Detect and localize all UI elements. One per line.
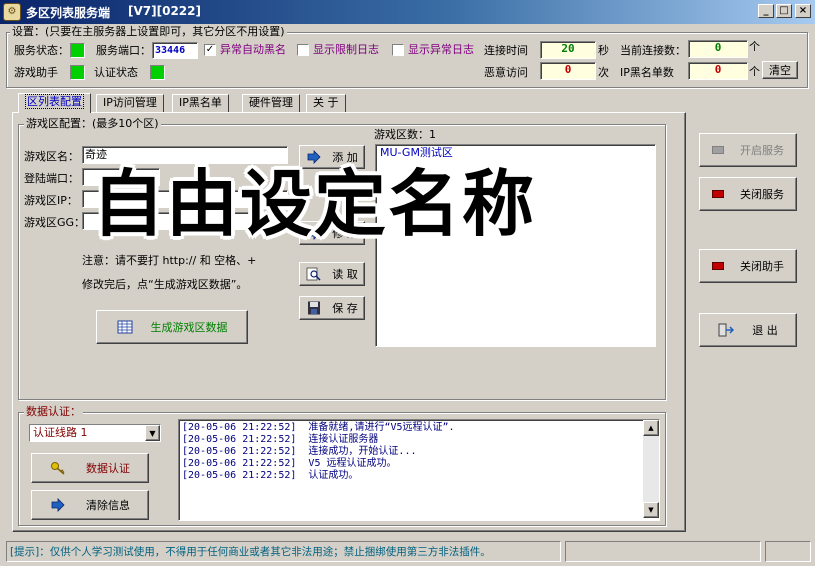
- arrow-right-icon: [51, 498, 65, 512]
- tab-hardware[interactable]: 硬件管理: [242, 94, 300, 112]
- tab-ip-access[interactable]: IP访问管理: [96, 94, 164, 112]
- start-service-icon: [712, 146, 724, 154]
- minimize-button[interactable]: _: [758, 4, 774, 18]
- window-version: [V7][0222]: [128, 4, 201, 18]
- game-helper-led: [70, 65, 85, 80]
- chevron-down-icon[interactable]: ▼: [145, 425, 160, 441]
- auth-route-value: 认证线路 1: [33, 426, 88, 439]
- status-tip-text: [提示]：仅供个人学习测试使用，不得用于任何商业或者其它非法用途；禁止捆绑使用第…: [10, 546, 491, 558]
- table-icon: [117, 320, 132, 334]
- exit-button[interactable]: 退 出: [699, 313, 797, 347]
- status-bar-panel-2: [565, 541, 761, 562]
- show-abnormal-log-label: 显示异常日志: [408, 43, 474, 56]
- current-connections-label: 当前连接数：: [620, 44, 686, 57]
- show-abnormal-log-checkbox[interactable]: [392, 44, 404, 56]
- key-icon: [51, 462, 65, 475]
- log-scrollbar[interactable]: ▲ ▼: [643, 420, 659, 518]
- tab-ip-blacklist[interactable]: IP黑名单: [172, 94, 229, 112]
- current-connections-unit: 个: [749, 40, 760, 53]
- show-limit-log-checkbox[interactable]: [297, 44, 309, 56]
- title-bar: [0, 0, 815, 24]
- zone-config-title: 游戏区配置：(最多10个区): [24, 117, 161, 131]
- log-line: [20-05-06 21:22:52] 认证成功。: [182, 470, 359, 481]
- show-limit-log-label: 显示限制日志: [313, 43, 379, 56]
- service-status-led: [70, 43, 85, 58]
- ip-blacklist-count-field: 0: [688, 62, 748, 80]
- zone-gg-label: 游戏区GG：: [24, 216, 86, 229]
- service-port-field[interactable]: 33446: [152, 42, 198, 59]
- overlay-caption: 自由设定名称: [92, 162, 537, 246]
- settings-group-title: 设置：(只要在主服务器上设置即可，其它分区不用设置): [10, 25, 287, 39]
- data-auth-button[interactable]: 数据认证: [31, 453, 149, 483]
- auto-blacklist-label: 异常自动黑名: [220, 43, 286, 56]
- magnifier-icon: [306, 267, 321, 281]
- auth-log[interactable]: [20-05-06 21:22:52] 准备就绪,请进行“V5远程认证”. [2…: [178, 419, 660, 521]
- stop-helper-button[interactable]: 关闭助手: [699, 249, 797, 283]
- auth-status-label: 认证状态: [94, 66, 138, 79]
- ip-blacklist-count-label: IP黑名单数: [620, 66, 674, 79]
- scroll-down-icon[interactable]: ▼: [643, 502, 659, 518]
- connect-time-label: 连接时间: [484, 44, 528, 57]
- close-button[interactable]: ×: [795, 4, 811, 18]
- connect-time-unit: 秒: [598, 44, 609, 57]
- data-auth-title: 数据认证：: [24, 405, 83, 419]
- log-line: [20-05-06 21:22:52] V5 远程认证成功。: [182, 458, 397, 469]
- generate-zone-data-button[interactable]: 生成游戏区数据: [96, 310, 248, 344]
- login-port-label: 登陆端口：: [24, 172, 79, 185]
- malicious-access-unit: 次: [598, 66, 609, 79]
- log-line: [20-05-06 21:22:52] 连接成功，开始认证...: [182, 446, 417, 457]
- stop-service-button[interactable]: 关闭服务: [699, 177, 797, 211]
- window-title: 多区列表服务端: [26, 6, 111, 20]
- floppy-disk-icon: [308, 301, 321, 315]
- clear-blacklist-button[interactable]: 清空: [762, 61, 798, 79]
- zone-name-label: 游戏区名：: [24, 150, 79, 163]
- maximize-button[interactable]: □: [776, 4, 792, 18]
- auto-blacklist-checkbox[interactable]: ✓: [204, 44, 216, 56]
- exit-door-icon: [718, 323, 735, 337]
- status-bar-panel-3: [765, 541, 811, 562]
- malicious-access-field: 0: [540, 62, 596, 80]
- auth-route-select[interactable]: 认证线路 1 ▼: [29, 424, 161, 442]
- malicious-access-label: 恶意访问: [484, 66, 528, 79]
- note-line-1: 注意：请不要打 http:// 和 空格、+: [82, 254, 257, 267]
- status-bar-tip: [提示]：仅供个人学习测试使用，不得用于任何商业或者其它非法用途；禁止捆绑使用第…: [6, 541, 561, 562]
- start-service-button[interactable]: 开启服务: [699, 133, 797, 167]
- auth-status-led: [150, 65, 165, 80]
- tab-zone-config[interactable]: 区列表配置: [18, 93, 91, 113]
- ip-blacklist-count-unit: 个: [749, 65, 760, 78]
- service-status-label: 服务状态：: [14, 44, 69, 57]
- log-line: [20-05-06 21:22:52] 准备就绪,请进行“V5远程认证”.: [182, 422, 455, 433]
- save-zone-button[interactable]: 保 存: [299, 296, 365, 320]
- zone-list-item[interactable]: MU-GM测试区: [380, 146, 651, 160]
- clear-info-button[interactable]: 清除信息: [31, 490, 149, 520]
- log-line: [20-05-06 21:22:52] 连接认证服务器: [182, 434, 379, 445]
- read-zone-button[interactable]: 读 取: [299, 262, 365, 286]
- service-port-label: 服务端口：: [96, 44, 151, 57]
- tab-about[interactable]: 关 于: [306, 94, 346, 112]
- stop-helper-icon: [712, 262, 724, 270]
- current-connections-field: 0: [688, 40, 748, 58]
- connect-time-field[interactable]: 20: [540, 41, 596, 59]
- game-helper-label: 游戏助手: [14, 66, 58, 79]
- scroll-up-icon[interactable]: ▲: [643, 420, 659, 436]
- zone-count-label: 游戏区数：1: [374, 128, 436, 141]
- stop-service-icon: [712, 190, 724, 198]
- zone-ip-label: 游戏区IP：: [24, 194, 78, 207]
- app-icon[interactable]: ⚙: [3, 3, 21, 21]
- note-line-2: 修改完后，点“生成游戏区数据”。: [82, 278, 248, 291]
